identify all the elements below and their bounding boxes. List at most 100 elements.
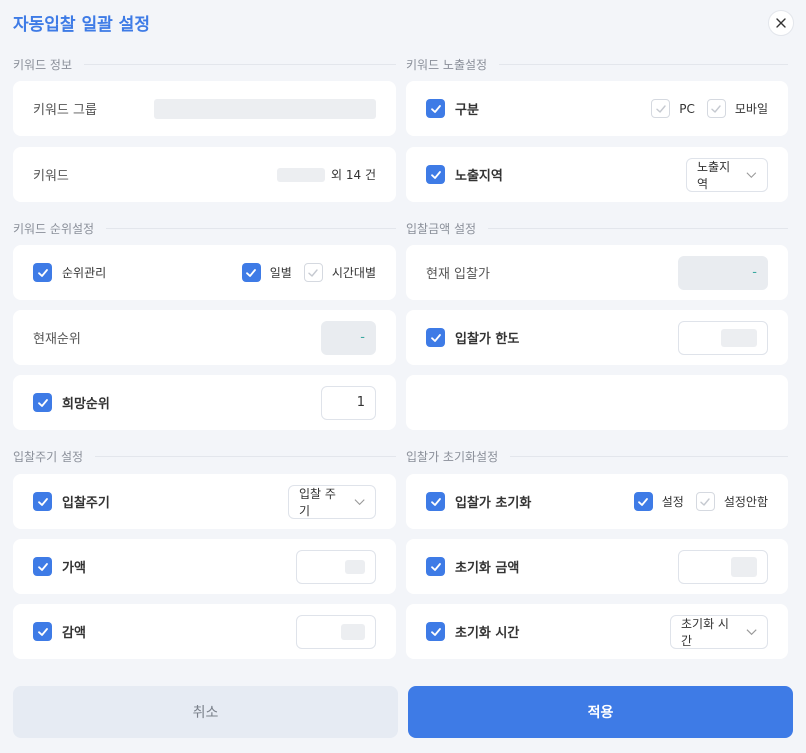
cancel-button[interactable]: 취소 bbox=[13, 686, 398, 738]
region-select-value: 노출지역 bbox=[697, 159, 731, 191]
section-keyword-exposure: 키워드 노출설정 bbox=[406, 56, 788, 72]
card-current-rank: 현재순위 - bbox=[13, 310, 396, 365]
set-checkbox[interactable] bbox=[633, 492, 653, 511]
reset-time-select[interactable]: 초기화 시간 bbox=[670, 614, 768, 649]
bid-limit-checkbox-row[interactable]: 입찰가 한도 bbox=[426, 328, 519, 347]
check-icon bbox=[246, 268, 257, 277]
decrease-checkbox-row[interactable]: 감액 bbox=[33, 622, 86, 641]
section-divider bbox=[95, 455, 396, 457]
section-keyword-info: 키워드 정보 bbox=[13, 56, 396, 72]
decrease-input[interactable] bbox=[296, 614, 376, 649]
increase-checkbox-row[interactable]: 가액 bbox=[33, 557, 86, 576]
keyword-value bbox=[277, 167, 326, 182]
increase-input[interactable] bbox=[296, 549, 376, 584]
check-icon bbox=[37, 398, 48, 407]
increase-value bbox=[345, 559, 365, 574]
card-rank-management: 순위관리 일별 시간대별 bbox=[13, 245, 396, 300]
check-icon bbox=[700, 497, 711, 506]
mobile-checkbox[interactable] bbox=[706, 99, 726, 118]
region-select[interactable]: 노출지역 bbox=[686, 157, 768, 192]
section-divider bbox=[106, 227, 396, 229]
desired-rank-checkbox-row[interactable]: 희망순위 bbox=[33, 393, 110, 412]
option-mobile[interactable]: 모바일 bbox=[706, 99, 768, 118]
reset-time-checkbox[interactable] bbox=[426, 622, 445, 641]
check-icon bbox=[430, 333, 441, 342]
hourly-label: 시간대별 bbox=[331, 266, 376, 280]
keyword-group-label: 키워드 그룹 bbox=[33, 103, 97, 118]
decrease-label: 감액 bbox=[62, 626, 86, 641]
card-exposure-region: 노출지역 노출지역 bbox=[406, 147, 788, 202]
dialog-title: 자동입찰 일괄 설정 bbox=[13, 15, 150, 35]
reset-amount-label: 초기화 금액 bbox=[455, 561, 520, 576]
card-division: 구분 PC 모바일 bbox=[406, 81, 788, 136]
bid-limit-label: 입찰가 한도 bbox=[455, 332, 520, 347]
card-reset-amount: 초기화 금액 bbox=[406, 539, 788, 594]
bid-cycle-select[interactable]: 입찰 주기 bbox=[288, 484, 376, 519]
bid-reset-checkbox-row[interactable]: 입찰가 초기화 bbox=[426, 492, 531, 511]
region-checkbox-row[interactable]: 노출지역 bbox=[426, 165, 503, 184]
current-bid-value: - bbox=[752, 265, 757, 280]
close-button[interactable] bbox=[768, 10, 794, 36]
chevron-down-icon bbox=[746, 171, 757, 178]
keyword-label: 키워드 bbox=[33, 169, 69, 184]
bid-limit-input[interactable] bbox=[678, 320, 768, 355]
reset-time-label: 초기화 시간 bbox=[455, 626, 520, 641]
reset-time-select-value: 초기화 시간 bbox=[681, 616, 729, 648]
check-icon bbox=[308, 268, 319, 277]
decrease-checkbox[interactable] bbox=[33, 622, 52, 641]
pc-checkbox[interactable] bbox=[651, 99, 671, 118]
bid-reset-label: 입찰가 초기화 bbox=[455, 496, 532, 511]
region-checkbox[interactable] bbox=[426, 165, 445, 184]
option-hourly[interactable]: 시간대별 bbox=[303, 263, 376, 282]
section-title-bid-reset: 입찰가 초기화설정 bbox=[406, 449, 499, 464]
hourly-checkbox[interactable] bbox=[303, 263, 323, 282]
rank-management-checkbox[interactable] bbox=[33, 263, 52, 282]
increase-label: 가액 bbox=[62, 561, 86, 576]
option-pc[interactable]: PC bbox=[651, 99, 695, 118]
bid-limit-checkbox[interactable] bbox=[426, 328, 445, 347]
reset-amount-checkbox[interactable] bbox=[426, 557, 445, 576]
current-bid-field: - bbox=[678, 255, 768, 290]
daily-checkbox[interactable] bbox=[241, 263, 261, 282]
desired-rank-input[interactable]: 1 bbox=[321, 385, 376, 420]
reset-amount-input[interactable] bbox=[678, 549, 768, 584]
desired-rank-checkbox[interactable] bbox=[33, 393, 52, 412]
division-checkbox[interactable] bbox=[426, 99, 445, 118]
check-icon bbox=[37, 562, 48, 571]
close-icon bbox=[776, 18, 786, 28]
unset-checkbox[interactable] bbox=[695, 492, 715, 511]
card-increase: 가액 bbox=[13, 539, 396, 594]
desired-rank-value: 1 bbox=[356, 395, 365, 410]
reset-options: 설정 설정안함 bbox=[622, 492, 768, 511]
bid-reset-checkbox[interactable] bbox=[426, 492, 445, 511]
section-keyword-rank: 키워드 순위설정 bbox=[13, 220, 396, 236]
check-icon bbox=[430, 104, 441, 113]
apply-button[interactable]: 적용 bbox=[408, 686, 793, 738]
section-bid-reset: 입찰가 초기화설정 bbox=[406, 448, 788, 464]
bid-cycle-checkbox[interactable] bbox=[33, 492, 52, 511]
option-set[interactable]: 설정 bbox=[633, 492, 684, 511]
option-daily[interactable]: 일별 bbox=[241, 263, 292, 282]
check-icon bbox=[638, 497, 649, 506]
desired-rank-label: 희망순위 bbox=[62, 397, 110, 412]
increase-checkbox[interactable] bbox=[33, 557, 52, 576]
current-rank-label: 현재순위 bbox=[33, 332, 81, 347]
division-checkbox-row[interactable]: 구분 bbox=[426, 99, 479, 118]
reset-time-checkbox-row[interactable]: 초기화 시간 bbox=[426, 622, 519, 641]
check-icon bbox=[711, 104, 722, 113]
bid-limit-value bbox=[721, 328, 757, 347]
rank-management-checkbox-row[interactable]: 순위관리 bbox=[33, 263, 106, 282]
card-decrease: 감액 bbox=[13, 604, 396, 659]
bid-cycle-checkbox-row[interactable]: 입찰주기 bbox=[33, 492, 110, 511]
keyword-group-value bbox=[154, 98, 376, 119]
check-icon bbox=[430, 497, 441, 506]
rank-management-label: 순위관리 bbox=[62, 266, 107, 280]
option-unset[interactable]: 설정안함 bbox=[695, 492, 768, 511]
section-divider bbox=[510, 455, 788, 457]
division-label: 구분 bbox=[455, 103, 479, 118]
reset-amount-checkbox-row[interactable]: 초기화 금액 bbox=[426, 557, 519, 576]
rank-options: 일별 시간대별 bbox=[230, 263, 376, 282]
dialog-header: 자동입찰 일괄 설정 bbox=[0, 0, 806, 44]
current-bid-label: 현재 입찰가 bbox=[426, 267, 490, 282]
unset-label: 설정안함 bbox=[723, 495, 768, 509]
